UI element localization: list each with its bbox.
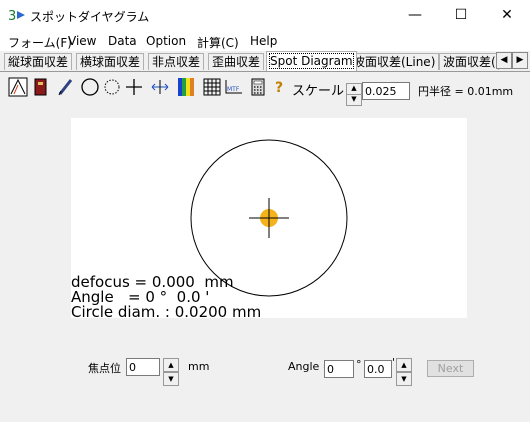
center-crosshair bbox=[249, 198, 289, 238]
app-icon: 3 bbox=[8, 9, 25, 23]
window-title: スポットダイヤグラム bbox=[30, 10, 150, 24]
tab-strip: 縦球面収差 横球面収差 非点収差 歪曲収差 Spot Diagram 波面収差(… bbox=[0, 51, 530, 72]
tab-longitudinal-spherical[interactable]: 縦球面収差 bbox=[4, 53, 73, 70]
spot-diagram-canvas[interactable]: defocus = 0.000 mm Angle = 0 ° 0.0 ' Cir… bbox=[71, 118, 467, 321]
angle-degree-input[interactable]: 0 bbox=[324, 360, 354, 378]
tab-wavefront-line[interactable]: 波面収差(Line) bbox=[349, 53, 440, 70]
tab-spot-diagram[interactable]: Spot Diagram bbox=[266, 51, 357, 71]
help-icon[interactable]: ? bbox=[270, 77, 290, 97]
pen-icon[interactable] bbox=[56, 77, 76, 97]
minimize-button[interactable]: — bbox=[392, 0, 438, 31]
degree-symbol: ° bbox=[356, 358, 362, 371]
focus-label: 焦点位 bbox=[88, 362, 121, 375]
menu-view[interactable]: View bbox=[68, 34, 96, 48]
svg-text:MTF: MTF bbox=[227, 86, 240, 93]
circle-diameter-text: Circle diam. : 0.0200 mm bbox=[71, 303, 262, 321]
maximize-button[interactable]: ☐ bbox=[438, 0, 484, 31]
angle-down-icon[interactable]: ▼ bbox=[396, 372, 412, 386]
grid-icon[interactable] bbox=[202, 77, 222, 97]
focus-up-icon[interactable]: ▲ bbox=[163, 358, 179, 372]
menu-option[interactable]: Option bbox=[146, 34, 186, 48]
circle-solid-icon[interactable] bbox=[80, 77, 100, 97]
circle-dotted-icon[interactable] bbox=[102, 77, 122, 97]
scale-label: スケール bbox=[292, 84, 345, 99]
menu-help[interactable]: Help bbox=[250, 34, 277, 48]
tab-scroll-right-icon[interactable]: ▶ bbox=[512, 52, 528, 69]
close-button[interactable]: ✕ bbox=[484, 0, 530, 31]
menu-data[interactable]: Data bbox=[108, 34, 137, 48]
tab-lateral-spherical[interactable]: 横球面収差 bbox=[76, 53, 145, 70]
toolbar: MTF ? スケール ▲ ▼ 0.025 円半径 = 0.01mm bbox=[0, 72, 530, 106]
menu-calc[interactable]: 計算(C) bbox=[197, 34, 239, 51]
svg-text:3: 3 bbox=[8, 9, 16, 23]
scale-input[interactable]: 0.025 bbox=[362, 82, 410, 100]
svg-text:?: ? bbox=[275, 80, 283, 96]
chart-icon[interactable] bbox=[8, 77, 28, 97]
tab-wavefront-other[interactable]: 波面収差( bbox=[439, 53, 499, 70]
mtf-icon[interactable]: MTF bbox=[224, 77, 244, 97]
focus-down-icon[interactable]: ▼ bbox=[163, 372, 179, 386]
move-horizontal-icon[interactable] bbox=[150, 77, 170, 97]
angle-minute-input[interactable]: 0.0 bbox=[364, 360, 392, 378]
title-bar: 3 スポットダイヤグラム — ☐ ✕ bbox=[0, 0, 530, 31]
color-bars-icon[interactable] bbox=[176, 77, 196, 97]
next-button[interactable]: Next bbox=[427, 360, 474, 377]
crosshair-icon[interactable] bbox=[124, 77, 144, 97]
calculator-icon[interactable] bbox=[248, 77, 268, 97]
tab-scroll-left-icon[interactable]: ◀ bbox=[496, 52, 512, 69]
tab-astigmatism[interactable]: 非点収差 bbox=[148, 53, 205, 70]
focus-input[interactable]: 0 bbox=[126, 358, 160, 376]
book-icon[interactable] bbox=[30, 77, 50, 97]
tab-distortion[interactable]: 歪曲収差 bbox=[208, 53, 265, 70]
circle-radius-text: 円半径 = 0.01mm bbox=[418, 85, 514, 98]
minute-symbol: ' bbox=[392, 356, 396, 369]
angle-up-icon[interactable]: ▲ bbox=[396, 358, 412, 372]
menu-bar: フォーム(F) View Data Option 計算(C) Help bbox=[0, 31, 530, 51]
scale-down-icon[interactable]: ▼ bbox=[346, 94, 362, 106]
menu-form[interactable]: フォーム(F) bbox=[8, 34, 72, 51]
focus-unit: mm bbox=[188, 360, 210, 373]
